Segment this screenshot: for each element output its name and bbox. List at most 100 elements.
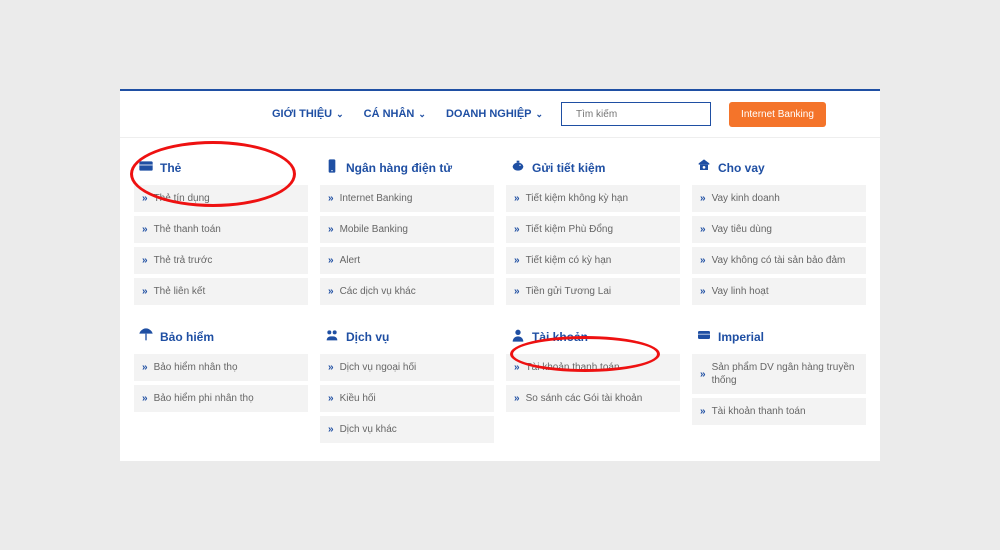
umbrella-icon — [138, 327, 154, 346]
double-chevron-icon: » — [142, 192, 148, 205]
category-item[interactable]: » Vay tiêu dùng — [692, 216, 866, 243]
category-card: Imperial » Sản phẩm DV ngân hàng truyền th… — [692, 321, 866, 447]
category-item[interactable]: »Vay không có tài sản bảo đảm — [692, 247, 866, 274]
category-title[interactable]: Bảo hiểm — [134, 321, 308, 354]
category-item[interactable]: »Thẻ liên kết — [134, 278, 308, 305]
category-item[interactable]: » Vay kinh doanh — [692, 185, 866, 212]
category-item[interactable]: » Tài khoản thanh toán — [692, 398, 866, 425]
nav-intro[interactable]: GIỚI THIỆU ⌄ — [272, 108, 344, 120]
chevron-down-icon: ⌄ — [336, 109, 344, 120]
category-item[interactable]: »Thẻ trả trước — [134, 247, 308, 274]
double-chevron-icon: » — [700, 368, 706, 381]
category-item-label: Alert — [340, 254, 361, 267]
category-card: Thẻ»Thẻ tín dụng»Thẻ thanh toán»Thẻ trả … — [134, 152, 308, 309]
double-chevron-icon: » — [514, 392, 520, 405]
category-title[interactable]: Ngân hàng điện tử — [320, 152, 494, 185]
category-item-label: Thẻ liên kết — [154, 285, 206, 298]
category-card: Ngân hàng điện tử»Internet Banking»Mobil… — [320, 152, 494, 309]
double-chevron-icon: » — [328, 361, 334, 374]
category-item[interactable]: »Thẻ thanh toán — [134, 216, 308, 243]
category-item[interactable]: » Tiết kiệm Phù Đổng — [506, 216, 680, 243]
category-title-text: Bảo hiểm — [160, 330, 214, 344]
category-item[interactable]: » Internet Banking — [320, 185, 494, 212]
category-title-text: Tài khoản — [532, 330, 588, 344]
nav-personal[interactable]: CÁ NHÂN ⌄ — [364, 108, 426, 120]
category-item[interactable]: »So sánh các Gói tài khoản — [506, 385, 680, 412]
category-item[interactable]: » Kiều hối — [320, 385, 494, 412]
category-title[interactable]: Thẻ — [134, 152, 308, 185]
category-item-label: Tiết kiệm có kỳ hạn — [526, 254, 612, 267]
category-item-label: Thẻ thanh toán — [154, 223, 221, 236]
card-icon — [138, 158, 154, 177]
category-card: Dịch vụ»Dịch vụ ngoại hối»Kiều hối»Dịch … — [320, 321, 494, 447]
category-item-label: Bảo hiểm phi nhân thọ — [154, 392, 254, 405]
category-item[interactable]: »Vay linh hoạt — [692, 278, 866, 305]
double-chevron-icon: » — [328, 423, 334, 436]
category-item[interactable]: »Mobile Banking — [320, 216, 494, 243]
nav-business[interactable]: DOANH NGHIỆP ⌄ — [446, 108, 543, 120]
category-title[interactable]: Cho vay — [692, 152, 866, 185]
category-card: Cho vay » Vay kinh doanh » Vay tiêu dùng »Vay… — [692, 152, 866, 309]
category-item-label: Tài khoản thanh toán — [526, 361, 620, 374]
category-title[interactable]: Dịch vụ — [320, 321, 494, 354]
topbar: GIỚI THIỆU ⌄ CÁ NHÂN ⌄ DOANH NGHIỆP ⌄ In… — [120, 91, 880, 138]
mobile-icon — [324, 158, 340, 177]
account-icon — [510, 327, 526, 346]
category-item[interactable]: »Dịch vụ ngoại hối — [320, 354, 494, 381]
category-item[interactable]: »Dịch vụ khác — [320, 416, 494, 443]
double-chevron-icon: » — [328, 254, 334, 267]
double-chevron-icon: » — [514, 223, 520, 236]
double-chevron-icon: » — [142, 254, 148, 267]
double-chevron-icon: » — [514, 192, 520, 205]
category-item[interactable]: »Bảo hiểm phi nhân thọ — [134, 385, 308, 412]
category-item[interactable]: » Tài khoản thanh toán — [506, 354, 680, 381]
imperial-icon — [696, 327, 712, 346]
internet-banking-button[interactable]: Internet Banking — [729, 102, 826, 127]
loan-icon — [696, 158, 712, 177]
category-title-text: Dịch vụ — [346, 330, 389, 344]
category-item[interactable]: » Sản phẩm DV ngân hàng truyền thống — [692, 354, 866, 394]
double-chevron-icon: » — [328, 392, 334, 405]
category-item-label: Bảo hiểm nhân thọ — [154, 361, 238, 374]
category-item[interactable]: »Tiết kiệm không kỳ hạn — [506, 185, 680, 212]
category-grid: Thẻ»Thẻ tín dụng»Thẻ thanh toán»Thẻ trả … — [120, 138, 880, 461]
category-item[interactable]: » Alert — [320, 247, 494, 274]
nav-label: CÁ NHÂN — [364, 108, 415, 120]
category-item[interactable]: » Tiết kiệm có kỳ hạn — [506, 247, 680, 274]
category-title[interactable]: Tài khoản — [506, 321, 680, 354]
chevron-down-icon: ⌄ — [418, 109, 426, 120]
category-title-text: Ngân hàng điện tử — [346, 161, 452, 175]
category-item-label: Internet Banking — [340, 192, 413, 205]
double-chevron-icon: » — [700, 405, 706, 418]
double-chevron-icon: » — [700, 285, 706, 298]
category-item[interactable]: »Thẻ tín dụng — [134, 185, 308, 212]
category-title-text: Imperial — [718, 330, 764, 344]
search-input[interactable] — [576, 109, 708, 120]
category-item[interactable]: » Bảo hiểm nhân thọ — [134, 354, 308, 381]
double-chevron-icon: » — [700, 254, 706, 267]
double-chevron-icon: » — [328, 192, 334, 205]
category-item[interactable]: » Tiền gửi Tương Lai — [506, 278, 680, 305]
piggy-icon — [510, 158, 526, 177]
double-chevron-icon: » — [514, 254, 520, 267]
double-chevron-icon: » — [142, 361, 148, 374]
category-card: Gửi tiết kiệm»Tiết kiệm không kỳ hạn»Tiế… — [506, 152, 680, 309]
search-box[interactable] — [561, 102, 711, 126]
category-item[interactable]: »Các dịch vụ khác — [320, 278, 494, 305]
category-item-label: Tiền gửi Tương Lai — [526, 285, 612, 298]
category-item-label: Vay kinh doanh — [712, 192, 780, 205]
double-chevron-icon: » — [514, 285, 520, 298]
nav-label: DOANH NGHIỆP — [446, 108, 532, 120]
category-item-label: Mobile Banking — [340, 223, 408, 236]
category-title[interactable]: Imperial — [692, 321, 866, 354]
category-title-text: Cho vay — [718, 161, 765, 175]
category-item-label: Kiều hối — [340, 392, 376, 405]
double-chevron-icon: » — [700, 223, 706, 236]
double-chevron-icon: » — [514, 361, 520, 374]
category-item-label: Vay tiêu dùng — [712, 223, 772, 236]
category-item-label: Sản phẩm DV ngân hàng truyền thống — [712, 361, 858, 387]
category-item-label: Tiết kiệm Phù Đổng — [526, 223, 613, 236]
category-title[interactable]: Gửi tiết kiệm — [506, 152, 680, 185]
double-chevron-icon: » — [700, 192, 706, 205]
category-item-label: Tài khoản thanh toán — [712, 405, 806, 418]
